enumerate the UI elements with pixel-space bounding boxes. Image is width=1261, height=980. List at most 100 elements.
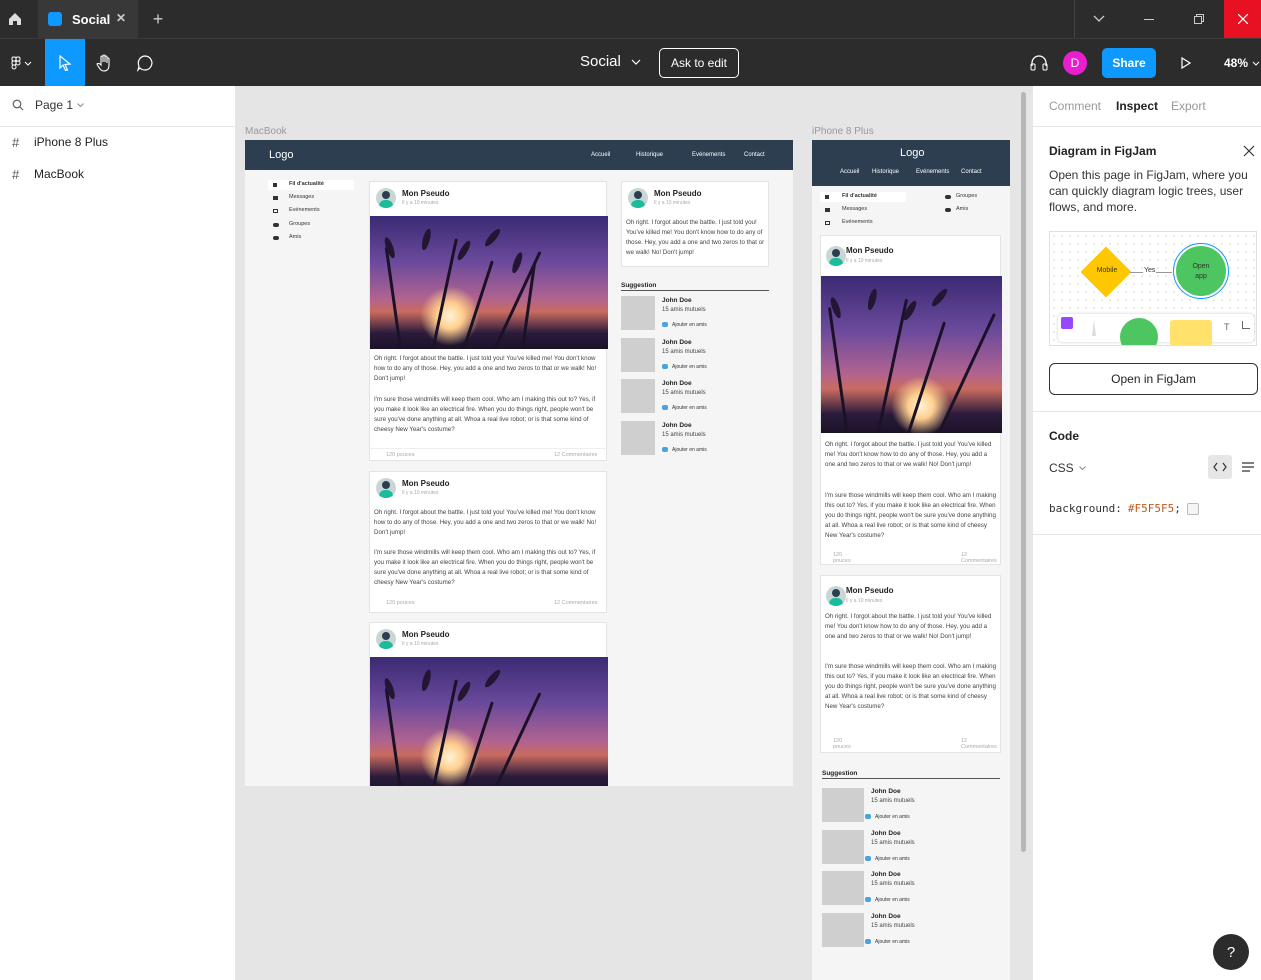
menu-item-fil[interactable]: Fil d'actualité	[268, 180, 354, 190]
post-author: Mon Pseudo	[402, 189, 450, 198]
tab-inspect[interactable]: Inspect	[1116, 99, 1158, 113]
comment-tool-icon[interactable]	[126, 39, 164, 87]
likes-count[interactable]: 120 pouces	[386, 600, 414, 606]
minimize-icon[interactable]	[1136, 0, 1162, 38]
layer-item-iphone[interactable]: # iPhone 8 Plus	[12, 134, 108, 150]
tab-export[interactable]: Export	[1171, 99, 1206, 113]
nav-evenements[interactable]: Evénements	[916, 169, 949, 175]
post-card[interactable]: Mon Pseudo Il y a 10 minutes Oh right. I…	[369, 471, 607, 613]
help-button[interactable]: ?	[1213, 934, 1249, 970]
macbook-frame[interactable]: Logo Accueil Historique Evénements Conta…	[245, 140, 793, 786]
suggestion-item[interactable]: John Doe 15 amis mutuels Ajouter en amis	[621, 338, 769, 376]
nav-evenements[interactable]: Evénements	[692, 152, 725, 158]
post-text: I'm sure those windmills will keep them …	[825, 663, 997, 710]
restore-icon[interactable]	[1186, 0, 1212, 38]
suggestion-item[interactable]: John Doe 15 amis mutuels Ajouter en amis	[621, 379, 769, 417]
menu-item-amis[interactable]: Amis	[942, 205, 1002, 215]
close-window-icon[interactable]	[1224, 0, 1261, 38]
layers-panel: Page 1 # iPhone 8 Plus # MacBook	[0, 86, 236, 980]
add-friend-button[interactable]: Ajouter en amis	[662, 322, 707, 328]
nav-historique[interactable]: Historique	[872, 169, 899, 175]
comments-count[interactable]: 12 Commentaires	[961, 552, 1001, 564]
add-friend-button[interactable]: Ajouter en amis	[662, 447, 707, 453]
ask-to-edit-button[interactable]: Ask to edit	[659, 48, 739, 78]
suggestion-item[interactable]: John Doe 15 amis mutuels Ajouter en amis	[621, 421, 769, 459]
post-card[interactable]: Mon Pseudo Il y a 10 minutes Oh right. I…	[820, 575, 1001, 753]
code-heading: Code	[1049, 429, 1079, 443]
code-language-select[interactable]: CSS	[1049, 461, 1086, 475]
add-friend-button[interactable]: Ajouter en amis	[662, 364, 707, 370]
layer-item-macbook[interactable]: # MacBook	[12, 166, 84, 182]
add-friend-button[interactable]: Ajouter en amis	[662, 405, 707, 411]
suggestion-item[interactable]: John Doe 15 amis mutuels Ajouter en amis	[621, 296, 769, 334]
frame-label-macbook[interactable]: MacBook	[245, 126, 287, 137]
iphone-frame[interactable]: Logo Accueil Historique Evénements Conta…	[812, 140, 1010, 980]
tab-comment[interactable]: Comment	[1049, 99, 1101, 113]
present-icon[interactable]	[1174, 39, 1198, 87]
menu-item-evenements[interactable]: Evénements	[268, 206, 354, 216]
post-card[interactable]: Mon Pseudo Il y a 10 minutes Oh right. I…	[621, 181, 769, 267]
likes-count[interactable]: 120 pouces	[833, 552, 853, 564]
nav-historique[interactable]: Historique	[636, 152, 663, 158]
headphones-icon[interactable]	[1026, 39, 1052, 87]
language-label: CSS	[1049, 461, 1074, 475]
post-time: Il y a 10 minutes	[402, 200, 439, 206]
likes-count[interactable]: 120 pouces	[386, 452, 414, 458]
suggestion-item[interactable]: John Doe 15 amis mutuels Ajouter en amis	[822, 830, 1000, 868]
menu-item-fil[interactable]: Fil d'actualité	[820, 192, 906, 202]
add-friend-button[interactable]: Ajouter en amis	[865, 897, 910, 903]
frame-label-iphone[interactable]: iPhone 8 Plus	[812, 126, 874, 137]
share-button[interactable]: Share	[1102, 48, 1156, 78]
search-icon[interactable]	[12, 99, 24, 111]
cursor-tool-icon	[1061, 317, 1073, 329]
suggestion-item[interactable]: John Doe 15 amis mutuels Ajouter en amis	[822, 913, 1000, 951]
page-selector[interactable]: Page 1	[12, 98, 84, 112]
post-card[interactable]: Mon Pseudo Il y a 10 minutes	[369, 622, 608, 786]
menu-item-messages[interactable]: Messages	[820, 205, 906, 215]
open-in-figjam-button[interactable]: Open in FigJam	[1049, 363, 1258, 395]
file-name[interactable]: Social	[580, 53, 641, 70]
close-tab-icon[interactable]: ✕	[116, 11, 126, 25]
comments-count[interactable]: 12 Commentaires	[554, 600, 597, 606]
chevron-down-icon	[631, 59, 641, 65]
hand-tool-icon[interactable]	[86, 39, 124, 87]
close-icon[interactable]	[1243, 144, 1255, 157]
canvas-scrollbar[interactable]	[1021, 92, 1026, 852]
comments-count[interactable]: 12 Commentaires	[554, 452, 597, 458]
avatar[interactable]: D	[1063, 51, 1087, 75]
post-card[interactable]: Mon Pseudo Il y a 10 minutes Oh right. I…	[369, 181, 608, 461]
list-view-icon[interactable]	[1236, 455, 1260, 479]
suggestion-photo	[822, 871, 864, 905]
suggestion-mutual: 15 amis mutuels	[871, 840, 915, 846]
code-line[interactable]: background: #F5F5F5 ;	[1049, 502, 1199, 515]
likes-count[interactable]: 120 pouces	[833, 738, 853, 750]
tab-social[interactable]: Social ✕	[38, 0, 138, 38]
nav-contact[interactable]: Contact	[744, 152, 765, 158]
add-friend-button[interactable]: Ajouter en amis	[865, 856, 910, 862]
comments-count[interactable]: 12 Commentaires	[961, 738, 1001, 750]
main-menu-icon[interactable]	[4, 39, 40, 87]
menu-item-groupes[interactable]: Groupes	[268, 220, 354, 230]
suggestion-item[interactable]: John Doe 15 amis mutuels Ajouter en amis	[822, 788, 1000, 826]
menu-item-groupes[interactable]: Groupes	[942, 192, 1002, 202]
home-icon[interactable]	[0, 0, 30, 38]
zoom-control[interactable]: 48%	[1224, 56, 1260, 70]
new-tab-icon[interactable]: +	[145, 0, 171, 38]
move-tool-icon[interactable]	[45, 39, 85, 87]
canvas[interactable]: MacBook iPhone 8 Plus Logo Accueil Histo…	[236, 86, 1032, 980]
menu-item-amis[interactable]: Amis	[268, 233, 354, 243]
chevron-down-icon[interactable]	[1086, 0, 1112, 38]
nav-accueil[interactable]: Accueil	[840, 169, 859, 175]
panel-divider	[1033, 126, 1261, 127]
post-card[interactable]: Mon Pseudo Il y a 10 minutes Oh right. I…	[820, 235, 1002, 565]
nav-accueil[interactable]: Accueil	[591, 152, 610, 158]
title-bar: Social ✕ +	[0, 0, 1261, 38]
nav-contact[interactable]: Contact	[961, 169, 982, 175]
color-swatch	[1186, 502, 1199, 515]
menu-item-messages[interactable]: Messages	[268, 193, 354, 203]
menu-item-evenements[interactable]: Evénements	[820, 218, 906, 228]
code-view-icon[interactable]	[1208, 455, 1232, 479]
add-friend-button[interactable]: Ajouter en amis	[865, 814, 910, 820]
add-friend-button[interactable]: Ajouter en amis	[865, 939, 910, 945]
suggestion-item[interactable]: John Doe 15 amis mutuels Ajouter en amis	[822, 871, 1000, 909]
